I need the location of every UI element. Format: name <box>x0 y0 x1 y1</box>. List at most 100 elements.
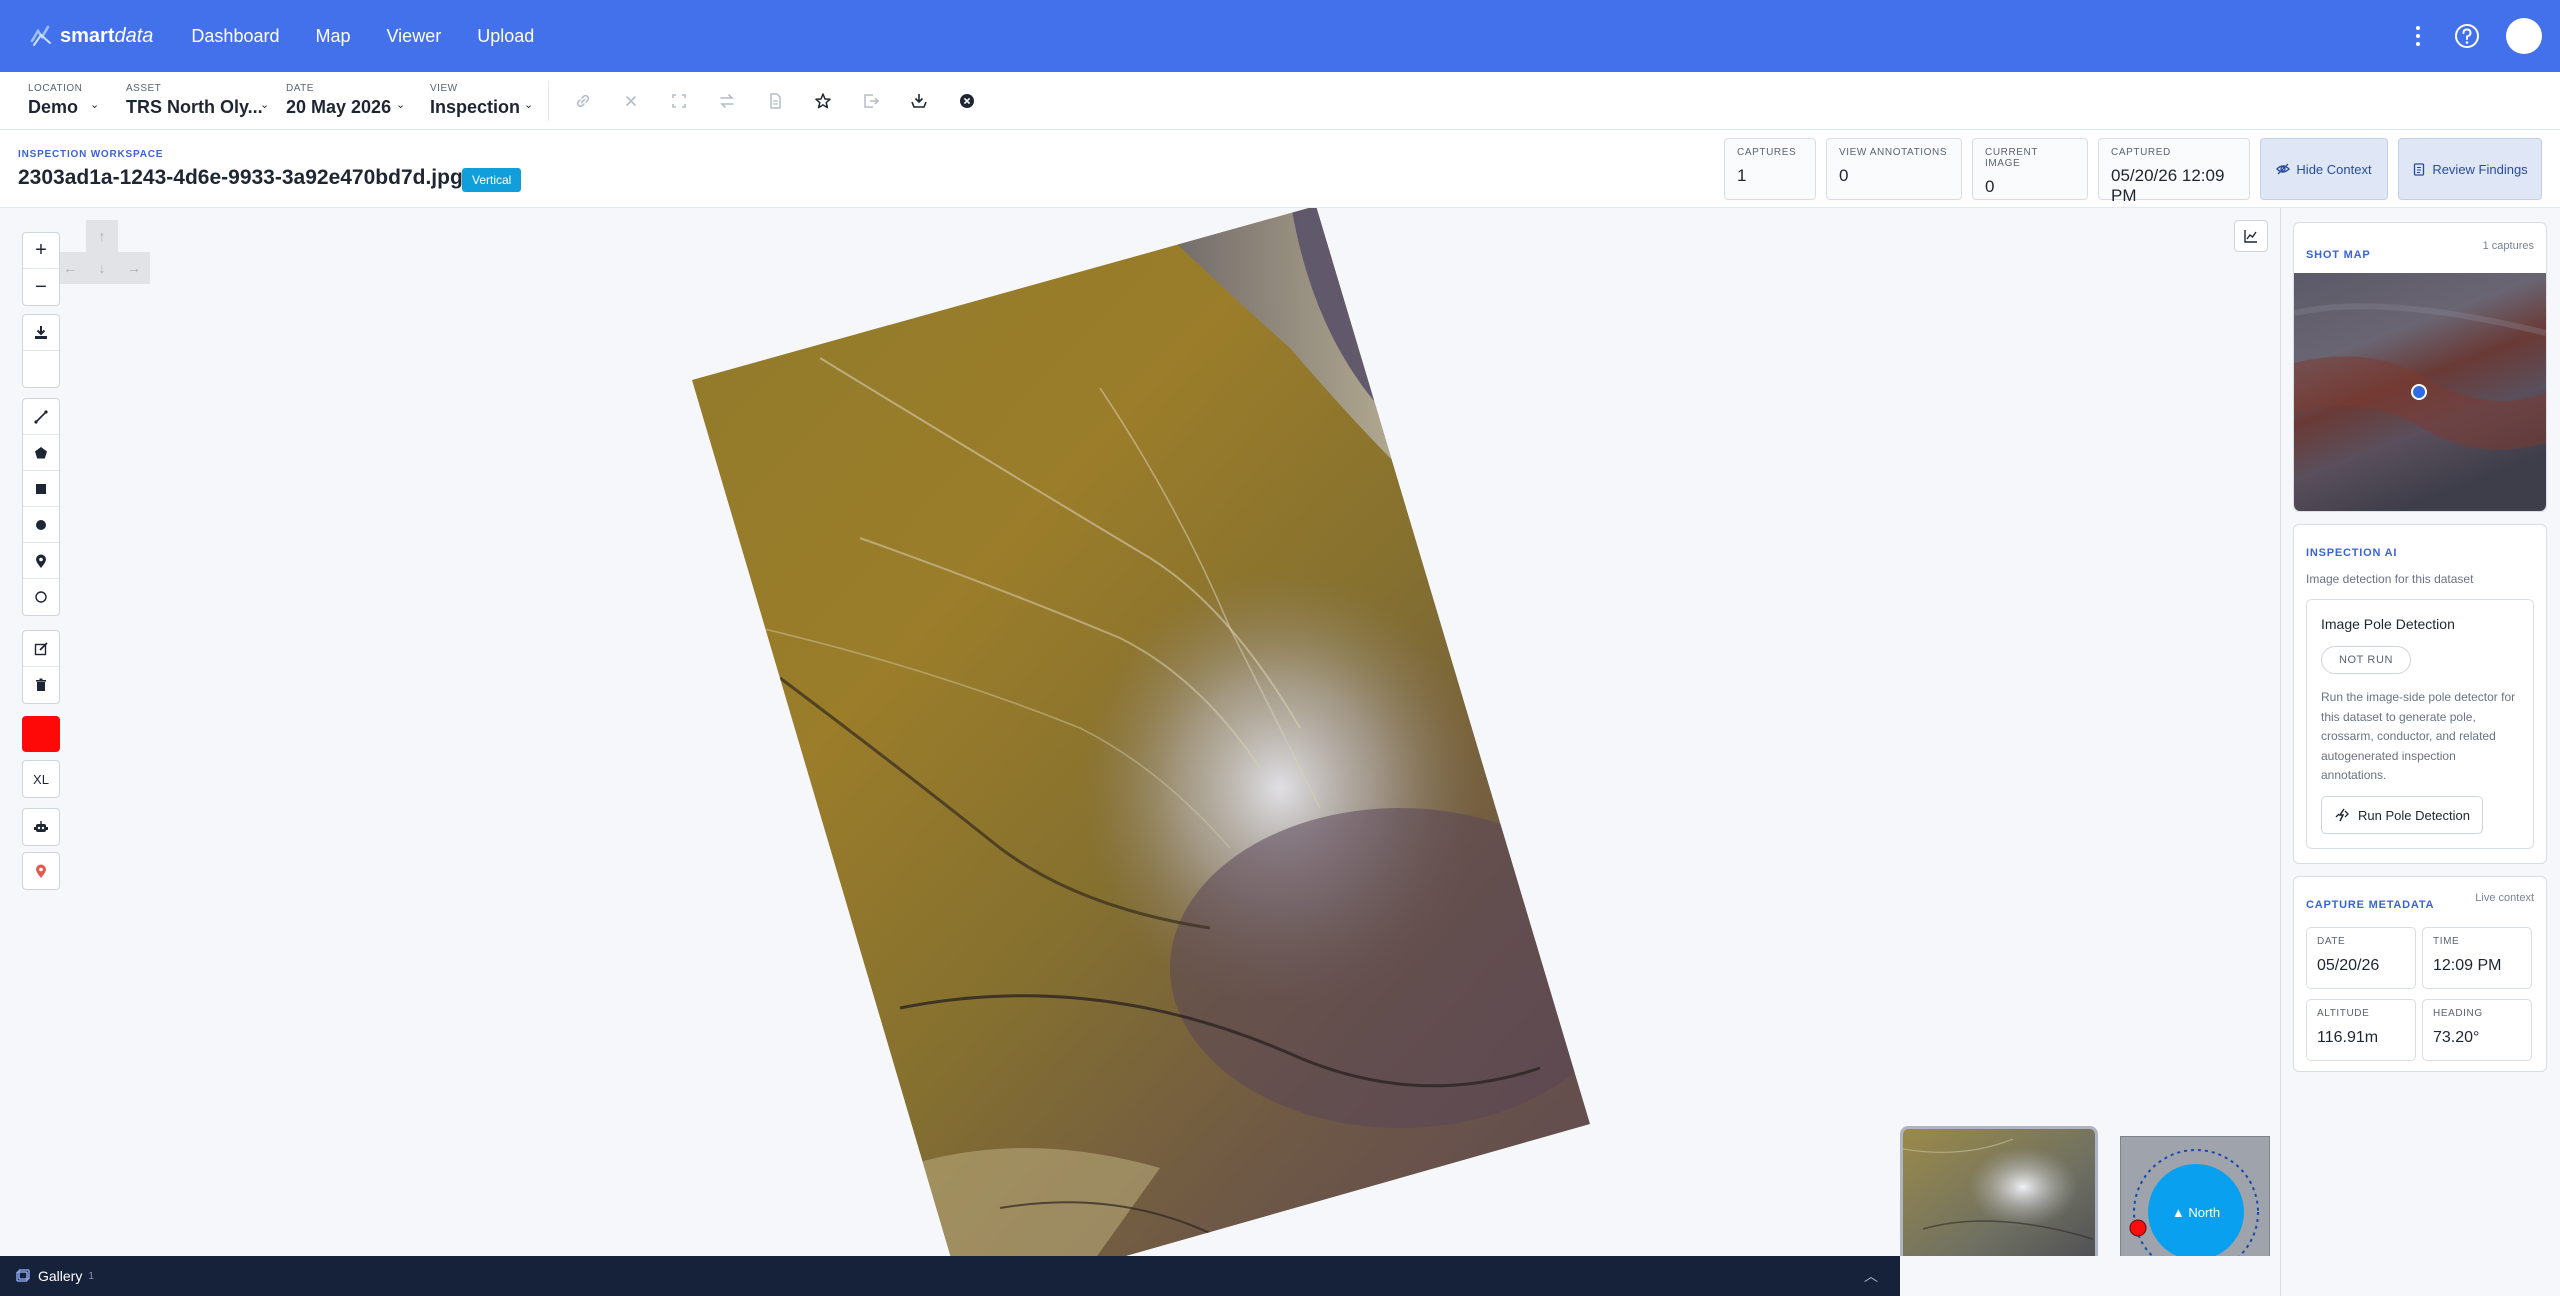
clear-button[interactable] <box>617 87 645 115</box>
review-findings-button[interactable]: Review Findings <box>2398 138 2542 200</box>
captures-stat: CAPTURES 1 <box>1724 138 1816 200</box>
hide-context-button[interactable]: Hide Context <box>2260 138 2388 200</box>
zoom-out-button[interactable]: − <box>23 269 59 305</box>
delete-button[interactable] <box>23 667 59 703</box>
context-panel: SHOT MAP 1 captures INSPECTION AI Image … <box>2280 208 2560 1296</box>
metadata-altitude-label: ALTITUDE <box>2317 1008 2370 1019</box>
location-select[interactable]: LOCATION Demo ⌄ <box>0 72 126 130</box>
stat-label: VIEW ANNOTATIONS <box>1839 147 1948 158</box>
circle-tool-button[interactable] <box>23 507 59 543</box>
shot-map-imagery <box>2294 273 2546 511</box>
shot-map[interactable] <box>2294 273 2546 511</box>
color-picker-swatch[interactable] <box>22 716 60 752</box>
pole-detection-title: Image Pole Detection <box>2321 616 2455 632</box>
metadata-date-label: DATE <box>2317 936 2346 947</box>
marker-tool-button[interactable] <box>23 543 59 579</box>
fullscreen-button[interactable] <box>665 87 693 115</box>
star-icon <box>815 92 831 108</box>
location-pin-icon <box>36 864 46 878</box>
user-avatar[interactable] <box>2506 18 2542 54</box>
nav-upload[interactable]: Upload <box>477 26 534 47</box>
aerial-photo[interactable] <box>0 208 2280 1256</box>
help-icon[interactable] <box>2454 23 2480 49</box>
favorite-button[interactable] <box>809 87 837 115</box>
line-icon <box>34 409 48 424</box>
edit-button[interactable] <box>23 631 59 667</box>
chart-icon <box>2244 230 2257 243</box>
pan-up-button[interactable]: ↑ <box>86 220 118 252</box>
app-logo[interactable]: smart data <box>28 23 153 49</box>
image-thumbnail[interactable] <box>1900 1126 2098 1256</box>
outline-circle-tool-button[interactable] <box>23 579 59 615</box>
nav-map[interactable]: Map <box>315 26 350 47</box>
clipboard-icon <box>2414 163 2425 176</box>
gallery-bar[interactable]: Gallery 1 ︿ <box>0 1256 1900 1296</box>
chevron-up-icon[interactable]: ︿ <box>1864 1266 1878 1286</box>
logo-icon <box>30 25 51 46</box>
gallery-count: 1 <box>88 1270 94 1282</box>
chevron-down-icon: ⌄ <box>396 98 406 111</box>
more-menu-icon[interactable] <box>2408 21 2428 51</box>
date-label: DATE <box>286 83 314 94</box>
metadata-heading-label: HEADING <box>2433 1008 2483 1019</box>
trash-icon <box>36 678 46 691</box>
close-circle-icon <box>960 93 974 108</box>
export-button[interactable] <box>857 87 885 115</box>
shot-map-title: SHOT MAP <box>2306 249 2371 261</box>
pan-down-button[interactable]: ↓ <box>86 252 118 284</box>
stat-label: CAPTURED <box>2111 147 2171 158</box>
location-marker-button[interactable] <box>22 852 60 890</box>
orientation-badge: Vertical <box>462 168 522 192</box>
review-findings-label: Review Findings <box>2432 161 2528 177</box>
metadata-altitude-value: 116.91m <box>2317 1029 2379 1046</box>
nav-dashboard[interactable]: Dashboard <box>191 26 279 47</box>
stroke-size-button[interactable]: XL <box>22 760 60 798</box>
close-view-button[interactable] <box>953 87 981 115</box>
download-image-button[interactable] <box>23 315 59 351</box>
top-right-actions <box>2408 0 2542 72</box>
shot-map-card: SHOT MAP 1 captures <box>2293 222 2547 512</box>
document-button[interactable] <box>761 87 789 115</box>
stat-value: 1 <box>1737 166 1747 185</box>
gallery-icon <box>16 1269 30 1282</box>
metadata-heading: HEADING 73.20° <box>2422 999 2532 1061</box>
ai-robot-button[interactable] <box>22 808 60 846</box>
download-controls <box>22 314 60 388</box>
inspection-ai-card: INSPECTION AI Image detection for this d… <box>2293 524 2547 864</box>
chevron-down-icon: ⌄ <box>90 98 100 111</box>
metadata-time-value: 12:09 PM <box>2433 957 2502 974</box>
capture-location-marker[interactable] <box>2411 384 2427 400</box>
top-navbar: smart data Dashboard Map Viewer Upload <box>0 0 2560 72</box>
inspection-ai-title: INSPECTION AI <box>2306 547 2398 559</box>
image-viewer[interactable]: ↑ ← ↓ → + − XL ▲ North <box>0 208 2280 1256</box>
view-select[interactable]: VIEW Inspection ⌄ <box>430 72 534 130</box>
link-button[interactable] <box>569 87 597 115</box>
download-button[interactable] <box>905 87 933 115</box>
swap-button[interactable] <box>713 87 741 115</box>
polygon-tool-button[interactable] <box>23 435 59 471</box>
compass-dial: ▲ North <box>2129 1149 2259 1256</box>
shot-map-count: 1 captures <box>2482 240 2534 252</box>
zoom-controls: + − <box>22 232 60 306</box>
date-select[interactable]: DATE 20 May 2026 ⌄ <box>286 72 430 130</box>
line-tool-button[interactable] <box>23 399 59 435</box>
compass-widget[interactable]: ▲ North <box>2120 1136 2270 1256</box>
chart-toggle-button[interactable] <box>2234 220 2268 252</box>
hide-context-label: Hide Context <box>2296 161 2372 177</box>
location-value: Demo <box>28 97 79 117</box>
empty-tool-slot[interactable] <box>23 351 59 387</box>
eye-off-icon <box>2276 163 2291 175</box>
nav-viewer[interactable]: Viewer <box>387 26 442 47</box>
location-label: LOCATION <box>28 83 83 94</box>
pan-right-button[interactable]: → <box>118 252 150 284</box>
toolbar-actions <box>569 87 981 115</box>
date-value: 20 May 2026 <box>286 97 392 117</box>
image-filename: 2303ad1a-1243-4d6e-9933-3a92e470bd7d.jpg <box>18 166 463 189</box>
rectangle-tool-button[interactable] <box>23 471 59 507</box>
workspace-header: INSPECTION WORKSPACE 2303ad1a-1243-4d6e-… <box>0 130 2560 208</box>
stat-value: 0 <box>1839 166 1849 185</box>
metadata-altitude: ALTITUDE 116.91m <box>2306 999 2416 1061</box>
run-pole-detection-button[interactable]: Run Pole Detection <box>2321 796 2483 834</box>
zoom-in-button[interactable]: + <box>23 233 59 269</box>
document-icon <box>770 92 781 109</box>
